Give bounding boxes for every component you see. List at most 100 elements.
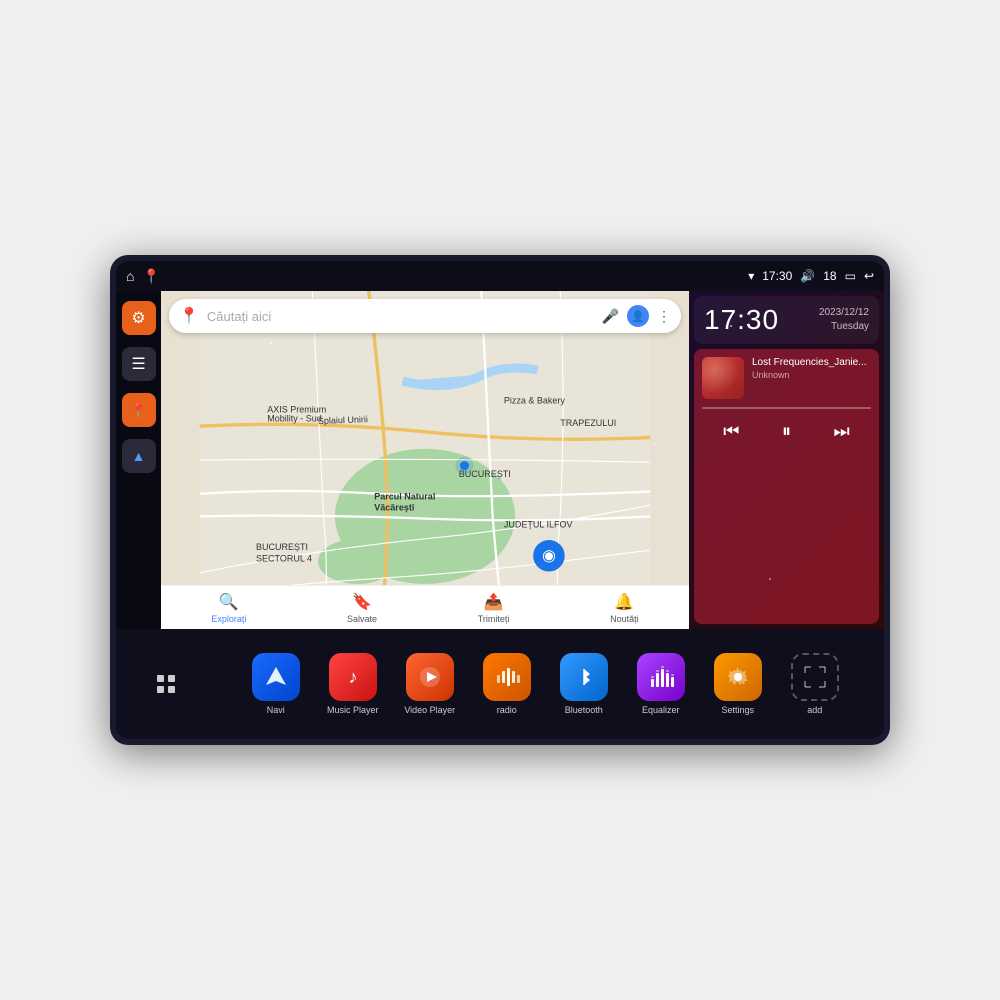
device-frame: ⌂ 📍 ▾ 17:30 🔊 18 ▭ ↩ ⚙ ☰ bbox=[110, 255, 890, 745]
app-video-player[interactable]: Video Player bbox=[394, 653, 466, 715]
next-button[interactable]: ⏭ bbox=[826, 417, 858, 446]
radio-icon bbox=[483, 653, 531, 701]
right-panel: 17:30 2023/12/12 Tuesday Lost Frequencie… bbox=[689, 291, 884, 629]
bluetooth-svg bbox=[570, 663, 598, 691]
pause-button[interactable]: ⏸ bbox=[774, 417, 799, 446]
main-content: ⚙ ☰ 📍 ▲ bbox=[116, 291, 884, 629]
add-label: add bbox=[807, 705, 822, 715]
share-label: Trimiteți bbox=[478, 614, 510, 624]
map-explore-tab[interactable]: 🔍 Explorați bbox=[211, 592, 246, 624]
app-radio[interactable]: radio bbox=[471, 653, 543, 715]
video-player-label: Video Player bbox=[404, 705, 455, 715]
status-right: ▾ 17:30 🔊 18 ▭ ↩ bbox=[748, 269, 874, 283]
more-options-icon[interactable]: ⋮ bbox=[657, 308, 671, 325]
sidebar-nav-button[interactable]: ▲ bbox=[122, 439, 156, 473]
add-svg bbox=[801, 663, 829, 691]
settings-svg bbox=[724, 663, 752, 691]
news-icon: 🔔 bbox=[614, 592, 634, 612]
music-controls: ⏮ ⏸ ⏭ bbox=[702, 417, 871, 446]
map-svg: AXIS Premium Mobility - Sud Pizza & Bake… bbox=[161, 291, 689, 629]
google-maps-icon: 📍 bbox=[179, 306, 199, 326]
map-bottom-bar: 🔍 Explorați 🔖 Salvate 📤 Trimiteți 🔔 Nout… bbox=[161, 585, 689, 629]
bluetooth-label: Bluetooth bbox=[565, 705, 603, 715]
screen: ⌂ 📍 ▾ 17:30 🔊 18 ▭ ↩ ⚙ ☰ bbox=[116, 261, 884, 739]
navi-svg bbox=[262, 663, 290, 691]
svg-text:BUCUREȘTI: BUCUREȘTI bbox=[256, 542, 308, 552]
sidebar: ⚙ ☰ 📍 ▲ bbox=[116, 291, 161, 629]
app-bluetooth[interactable]: Bluetooth bbox=[548, 653, 620, 715]
svg-text:TRAPEZULUI: TRAPEZULUI bbox=[560, 418, 616, 428]
navi-icon bbox=[252, 653, 300, 701]
battery-level: 18 bbox=[823, 269, 836, 283]
svg-text:Splaiul Unirii: Splaiul Unirii bbox=[318, 414, 368, 426]
equalizer-svg bbox=[647, 663, 675, 691]
grid-menu-button[interactable] bbox=[149, 667, 183, 701]
app-equalizer[interactable]: Equalizer bbox=[625, 653, 697, 715]
navigation-icon: ▲ bbox=[132, 448, 146, 464]
status-bar: ⌂ 📍 ▾ 17:30 🔊 18 ▭ ↩ bbox=[116, 261, 884, 291]
volume-icon: 🔊 bbox=[800, 269, 815, 283]
explore-icon: 🔍 bbox=[219, 592, 239, 612]
app-add[interactable]: add bbox=[779, 653, 851, 715]
app-music-player[interactable]: ♪ Music Player bbox=[317, 653, 389, 715]
add-icon bbox=[791, 653, 839, 701]
album-art bbox=[702, 357, 744, 399]
news-label: Noutăți bbox=[610, 614, 639, 624]
saved-label: Salvate bbox=[347, 614, 377, 624]
video-svg bbox=[416, 663, 444, 691]
radio-svg bbox=[493, 663, 521, 691]
music-player-icon: ♪ bbox=[329, 653, 377, 701]
music-title: Lost Frequencies_Janie... bbox=[752, 357, 871, 368]
saved-icon: 🔖 bbox=[352, 592, 372, 612]
svg-text:◉: ◉ bbox=[542, 547, 556, 564]
music-info-row: Lost Frequencies_Janie... Unknown bbox=[702, 357, 871, 399]
settings-icon: ⚙ bbox=[131, 308, 145, 328]
home-icon[interactable]: ⌂ bbox=[126, 268, 134, 284]
clock-widget: 17:30 2023/12/12 Tuesday bbox=[694, 296, 879, 344]
radio-label: radio bbox=[497, 705, 517, 715]
grid-icon bbox=[155, 673, 177, 695]
app-navi[interactable]: Navi bbox=[240, 653, 312, 715]
user-avatar[interactable]: 👤 bbox=[627, 305, 649, 327]
date-display: 2023/12/12 bbox=[819, 306, 869, 320]
map-pin-icon: 📍 bbox=[130, 402, 147, 419]
microphone-icon[interactable]: 🎤 bbox=[602, 308, 619, 325]
svg-text:Văcărești: Văcărești bbox=[374, 503, 414, 513]
map-search-placeholder[interactable]: Căutați aici bbox=[207, 309, 594, 324]
svg-text:♪: ♪ bbox=[348, 667, 357, 687]
battery-icon: ▭ bbox=[845, 269, 856, 283]
album-art-inner bbox=[702, 357, 744, 399]
sidebar-maps-button[interactable]: 📍 bbox=[122, 393, 156, 427]
music-info: Lost Frequencies_Janie... Unknown bbox=[752, 357, 871, 399]
pause-icon: ⏸ bbox=[782, 421, 791, 442]
prev-icon: ⏮ bbox=[723, 421, 739, 442]
clock-date: 2023/12/12 Tuesday bbox=[819, 306, 869, 334]
music-progress-bar[interactable] bbox=[702, 407, 871, 409]
maps-status-icon[interactable]: 📍 bbox=[142, 268, 159, 285]
map-news-tab[interactable]: 🔔 Noutăți bbox=[610, 592, 639, 624]
navi-label: Navi bbox=[267, 705, 285, 715]
map-container[interactable]: AXIS Premium Mobility - Sud Pizza & Bake… bbox=[161, 291, 689, 629]
svg-text:JUDEȚUL ILFOV: JUDEȚUL ILFOV bbox=[504, 520, 573, 530]
sidebar-settings-button[interactable]: ⚙ bbox=[122, 301, 156, 335]
time-display: 17:30 bbox=[762, 269, 792, 283]
back-icon[interactable]: ↩ bbox=[864, 269, 874, 283]
share-icon: 📤 bbox=[484, 592, 504, 612]
map-saved-tab[interactable]: 🔖 Salvate bbox=[347, 592, 377, 624]
map-share-tab[interactable]: 📤 Trimiteți bbox=[478, 592, 510, 624]
dock-apps-container: Navi ♪ Music Player bbox=[240, 653, 851, 715]
settings-icon bbox=[714, 653, 762, 701]
music-artist: Unknown bbox=[752, 370, 871, 380]
svg-text:Pizza & Bakery: Pizza & Bakery bbox=[504, 396, 566, 406]
prev-button[interactable]: ⏮ bbox=[715, 417, 747, 446]
svg-text:SECTORUL 4: SECTORUL 4 bbox=[256, 553, 312, 563]
equalizer-icon bbox=[637, 653, 685, 701]
day-display: Tuesday bbox=[819, 320, 869, 334]
map-search-bar[interactable]: 📍 Căutați aici 🎤 👤 ⋮ bbox=[169, 299, 681, 333]
music-svg: ♪ bbox=[339, 663, 367, 691]
sidebar-files-button[interactable]: ☰ bbox=[122, 347, 156, 381]
avatar-icon: 👤 bbox=[631, 310, 645, 323]
app-settings[interactable]: Settings bbox=[702, 653, 774, 715]
music-widget: Lost Frequencies_Janie... Unknown ⏮ ⏸ bbox=[694, 349, 879, 624]
clock-time: 17:30 bbox=[704, 304, 779, 336]
